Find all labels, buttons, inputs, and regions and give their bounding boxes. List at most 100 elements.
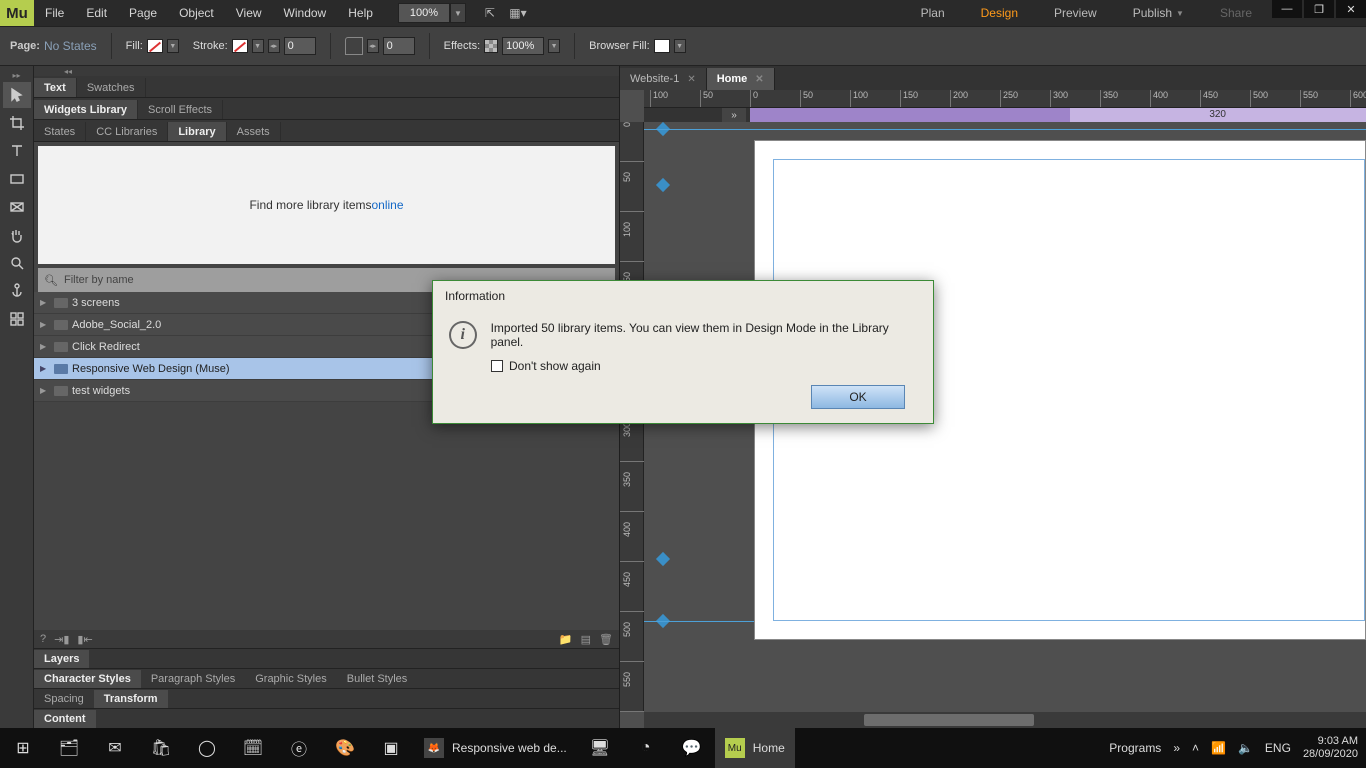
scrollbar-thumb[interactable] xyxy=(864,714,1034,726)
library-online-link[interactable]: online xyxy=(372,198,404,212)
taskbar-clock[interactable]: 9:03 AM 28/09/2020 xyxy=(1303,735,1358,761)
mode-plan[interactable]: Plan xyxy=(903,0,963,26)
tab-assets[interactable]: Assets xyxy=(227,122,281,141)
tab-spacing[interactable]: Spacing xyxy=(34,690,94,708)
guide-marker[interactable] xyxy=(656,552,670,566)
mode-publish[interactable]: Publish▼ xyxy=(1115,0,1202,26)
dont-show-checkbox[interactable] xyxy=(491,360,503,372)
taskbar-explorer-icon[interactable]: 🗂 xyxy=(46,728,92,768)
hand-tool[interactable] xyxy=(3,222,31,248)
corner-radius-input[interactable] xyxy=(383,37,415,55)
menu-window[interactable]: Window xyxy=(273,6,338,20)
tray-overflow-icon[interactable]: » xyxy=(1173,741,1180,755)
tab-text[interactable]: Text xyxy=(34,78,77,97)
doc-tab-website[interactable]: Website-1✕ xyxy=(620,68,707,90)
tray-volume-icon[interactable]: 🔈 xyxy=(1238,741,1253,755)
responsive-icon[interactable]: ▦▾ xyxy=(508,4,528,22)
horizontal-guide[interactable] xyxy=(644,129,1366,130)
taskbar-mail-icon[interactable]: ✉ xyxy=(92,728,138,768)
fill-swatch[interactable] xyxy=(147,39,163,53)
tab-bullet-styles[interactable]: Bullet Styles xyxy=(337,670,418,688)
taskbar-programs-toolbar[interactable]: Programs xyxy=(1109,741,1161,755)
tab-layers[interactable]: Layers xyxy=(34,650,89,668)
tab-paragraph-styles[interactable]: Paragraph Styles xyxy=(141,670,245,688)
close-tab-icon[interactable]: ✕ xyxy=(755,74,763,85)
tab-swatches[interactable]: Swatches xyxy=(77,78,146,97)
tab-scroll-effects[interactable]: Scroll Effects xyxy=(138,100,223,119)
taskbar-muse[interactable]: MuHome xyxy=(715,728,795,768)
mode-design[interactable]: Design xyxy=(963,0,1036,26)
taskbar-firefox[interactable]: 🦊Responsive web de... xyxy=(414,728,577,768)
stroke-dropdown[interactable]: ▼ xyxy=(252,39,264,53)
menu-object[interactable]: Object xyxy=(168,6,225,20)
fill-dropdown[interactable]: ▼ xyxy=(167,39,179,53)
browser-fill-dropdown[interactable]: ▼ xyxy=(674,39,686,53)
tray-up-icon[interactable]: ˄ xyxy=(1192,741,1199,755)
page-states-dropdown[interactable]: No States xyxy=(44,39,97,53)
zoom-dropdown[interactable]: ▼ xyxy=(450,3,466,23)
ok-button[interactable]: OK xyxy=(811,385,905,409)
menu-view[interactable]: View xyxy=(225,6,273,20)
horizontal-ruler[interactable]: 1005005010015020025030035040045050055060… xyxy=(644,90,1366,108)
menu-file[interactable]: File xyxy=(34,6,75,20)
rectangle-tool[interactable] xyxy=(3,166,31,192)
rectangle-frame-tool[interactable] xyxy=(3,194,31,220)
start-button[interactable]: ⊞ xyxy=(0,728,46,768)
breakpoint-bar[interactable]: » 320 xyxy=(644,108,1366,122)
panel-collapse[interactable]: ◂◂ xyxy=(34,66,619,76)
tab-widgets-library[interactable]: Widgets Library xyxy=(34,100,138,119)
breakpoint-scrubber-icon[interactable]: » xyxy=(722,108,746,122)
breakpoint-segment[interactable]: 320 xyxy=(1070,108,1366,122)
horizontal-scrollbar[interactable] xyxy=(644,712,1366,728)
zoom-tool[interactable] xyxy=(3,250,31,276)
opacity-input[interactable] xyxy=(502,37,544,55)
selection-tool[interactable] xyxy=(3,82,31,108)
taskbar-unreal-icon[interactable]: ◯ xyxy=(184,728,230,768)
breakpoint-segment-active[interactable] xyxy=(750,108,1070,122)
pin-panel-icon[interactable]: ⇱ xyxy=(480,4,500,22)
window-minimize[interactable]: — xyxy=(1272,0,1302,18)
tray-network-icon[interactable]: 📶 xyxy=(1211,741,1226,755)
tab-states[interactable]: States xyxy=(34,122,86,141)
taskbar-blender-icon[interactable]: ◔ xyxy=(623,728,669,768)
menu-edit[interactable]: Edit xyxy=(75,6,118,20)
tab-content[interactable]: Content xyxy=(34,710,96,728)
taskbar-discord-icon[interactable]: 💬 xyxy=(669,728,715,768)
stroke-weight-stepper[interactable]: ◂▸ xyxy=(268,39,280,53)
help-icon[interactable]: ? xyxy=(40,633,46,645)
toolbar-collapse[interactable]: ▸▸ xyxy=(0,70,33,80)
taskbar-app-icon[interactable]: 🖥 xyxy=(577,728,623,768)
window-close[interactable]: ✕ xyxy=(1336,0,1366,18)
text-tool[interactable] xyxy=(3,138,31,164)
close-tab-icon[interactable]: ✕ xyxy=(687,74,695,85)
effects-swatch[interactable] xyxy=(484,39,498,53)
options-icon[interactable]: ▤ xyxy=(581,633,591,646)
taskbar-store-icon[interactable]: 🛍 xyxy=(138,728,184,768)
menu-help[interactable]: Help xyxy=(337,6,384,20)
window-restore[interactable]: ❐ xyxy=(1304,0,1334,18)
taskbar-krita-icon[interactable]: 🎨 xyxy=(322,728,368,768)
new-folder-icon[interactable]: 📁 xyxy=(559,633,573,646)
browser-fill-swatch[interactable] xyxy=(654,39,670,53)
corner-radius-icon[interactable] xyxy=(345,37,363,55)
tab-graphic-styles[interactable]: Graphic Styles xyxy=(245,670,337,688)
stroke-swatch[interactable] xyxy=(232,39,248,53)
menu-page[interactable]: Page xyxy=(118,6,168,20)
opacity-dropdown[interactable]: ▼ xyxy=(548,39,560,53)
mode-preview[interactable]: Preview xyxy=(1036,0,1115,26)
tab-character-styles[interactable]: Character Styles xyxy=(34,670,141,688)
text-frame-tool[interactable] xyxy=(3,306,31,332)
import-muse-icon[interactable]: ⇥▮ xyxy=(54,633,69,646)
zoom-input[interactable] xyxy=(398,3,450,23)
doc-tab-home[interactable]: Home✕ xyxy=(707,68,775,90)
corner-stepper[interactable]: ◂▸ xyxy=(367,39,379,53)
tab-cc-libraries[interactable]: CC Libraries xyxy=(86,122,168,141)
export-muse-icon[interactable]: ▮⇤ xyxy=(77,633,92,646)
taskbar-edge-icon[interactable]: ⓔ xyxy=(276,728,322,768)
anchor-tool[interactable] xyxy=(3,278,31,304)
taskbar-app-icon[interactable]: ▣ xyxy=(368,728,414,768)
stroke-weight-input[interactable] xyxy=(284,37,316,55)
tray-language[interactable]: ENG xyxy=(1265,741,1291,755)
tab-transform[interactable]: Transform xyxy=(94,690,168,708)
tab-library[interactable]: Library xyxy=(168,122,226,141)
